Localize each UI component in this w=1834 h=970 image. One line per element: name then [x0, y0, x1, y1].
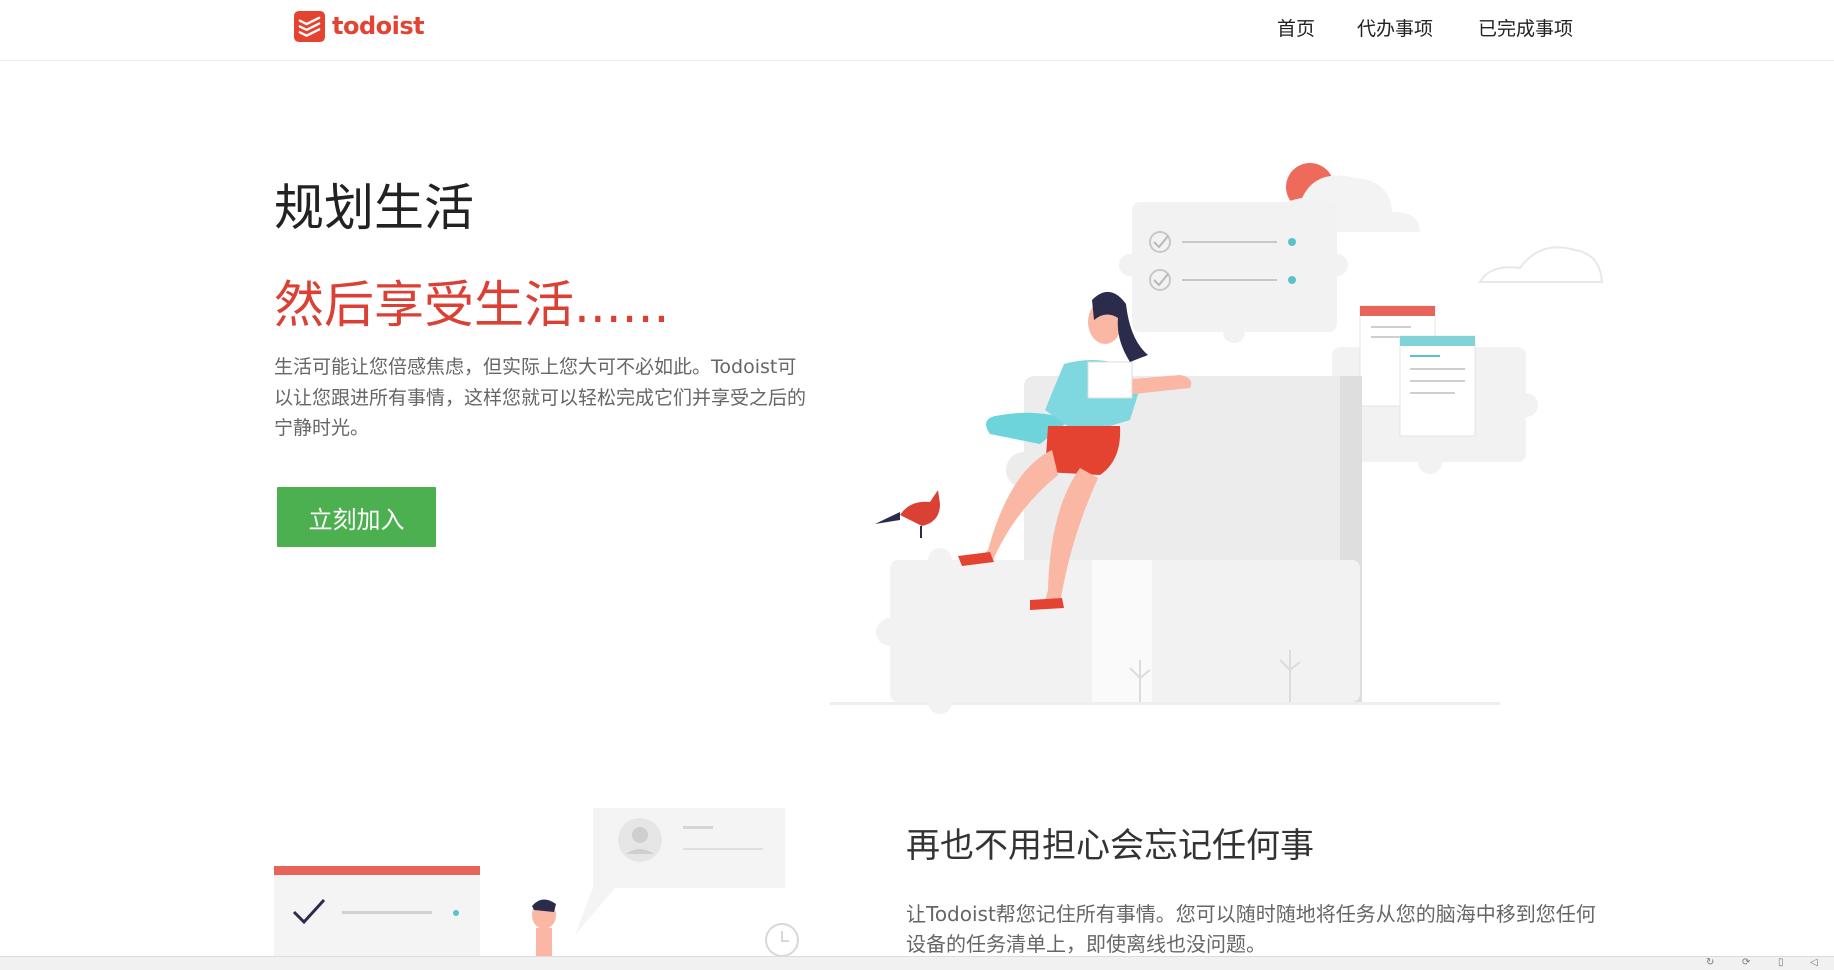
hero-description: 生活可能让您倍感焦虑，但实际上您大可不必如此。Todoist可以让您跟进所有事情… — [274, 356, 807, 439]
todoist-logo[interactable]: todoist — [294, 10, 425, 42]
nav-home[interactable]: 首页 — [1277, 14, 1315, 40]
join-now-button[interactable]: 立刻加入 — [277, 487, 436, 547]
hero-illustration — [830, 163, 1604, 714]
sync-icon[interactable]: ⟳ — [1742, 958, 1750, 968]
todoist-logo-icon — [294, 10, 325, 42]
brand-name: todoist — [332, 12, 425, 40]
bottom-status-bar: ↻ ⟳ ▯ ◁ — [0, 956, 1834, 970]
refresh-icon[interactable]: ↻ — [1706, 958, 1714, 968]
volume-icon[interactable]: ◁ — [1810, 958, 1818, 968]
hero-subtitle: 然后享受生活...... — [274, 276, 670, 334]
nav-todo[interactable]: 代办事项 — [1357, 14, 1433, 40]
trash-icon[interactable]: ▯ — [1778, 958, 1784, 968]
top-navbar: todoist 首页 代办事项 已完成事项 — [0, 0, 1834, 61]
hero-title: 规划生活 — [274, 179, 474, 237]
nav-done[interactable]: 已完成事项 — [1478, 14, 1573, 40]
feature-description: 让Todoist帮您记住所有事情。您可以随时随地将任务从您的脑海中移到您任何设备… — [906, 902, 1596, 956]
feature-title: 再也不用担心会忘记任何事 — [906, 826, 1314, 866]
feature-illustration — [274, 808, 799, 969]
